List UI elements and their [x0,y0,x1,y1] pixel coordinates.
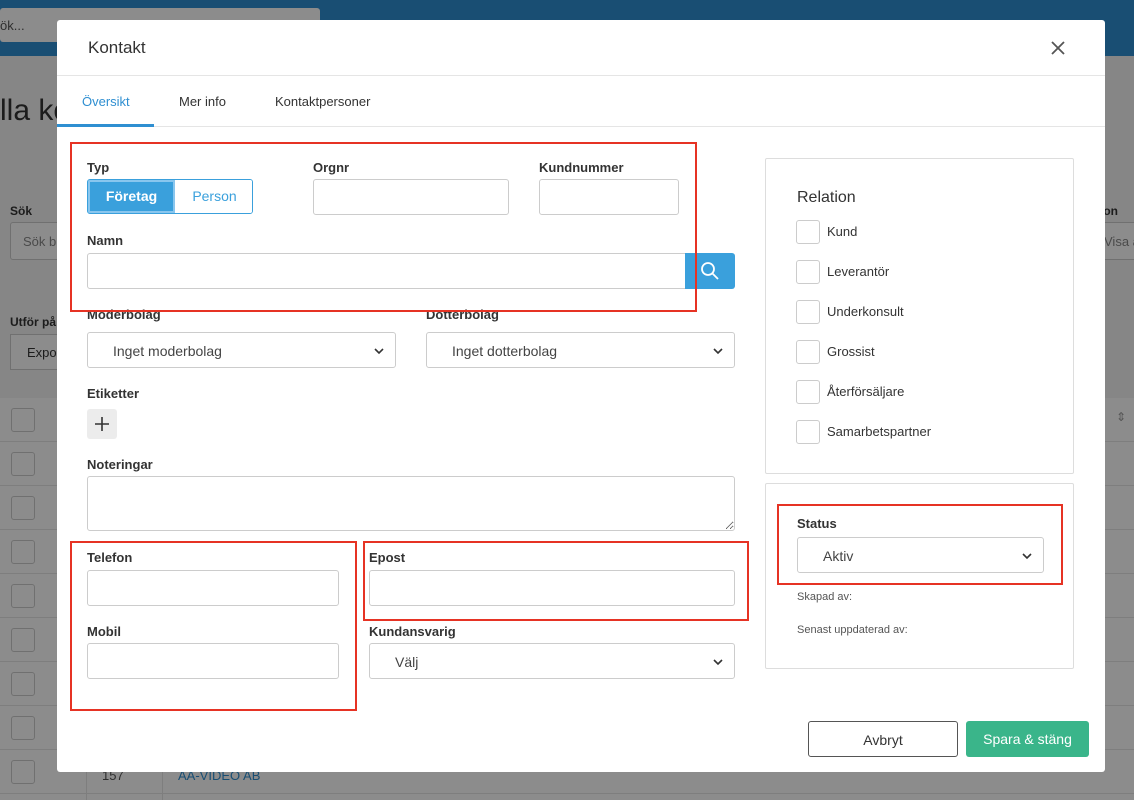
close-icon [1051,41,1065,55]
checkbox[interactable] [796,380,820,404]
name-search-button[interactable] [685,253,735,289]
customer-number-label: Kundnummer [539,160,624,175]
subsidiary-value: Inget dotterbolag [452,343,558,359]
contact-modal: Kontakt Översikt Mer info Kontaktpersone… [57,20,1105,772]
checkbox[interactable] [796,420,820,444]
type-label: Typ [87,160,110,175]
email-input[interactable] [369,570,735,606]
phone-label: Telefon [87,550,133,565]
type-person-button[interactable]: Person [176,180,252,213]
checkbox[interactable] [796,300,820,324]
subsidiary-select[interactable]: Inget dotterbolag [426,332,735,368]
active-tab-indicator [57,124,154,127]
chevron-down-icon [713,348,723,355]
account-manager-label: Kundansvarig [369,624,456,639]
checkbox[interactable] [796,220,820,244]
close-button[interactable] [1045,35,1071,61]
parent-company-label: Moderbolag [87,307,161,322]
checkbox-label: Underkonsult [827,304,904,319]
status-select[interactable]: Aktiv [797,537,1044,573]
tab-mer-info[interactable]: Mer info [179,77,226,127]
customer-number-input[interactable] [539,179,679,215]
checkbox-label: Grossist [827,344,875,359]
parent-company-value: Inget moderbolag [113,343,222,359]
chevron-down-icon [713,659,723,666]
relation-panel: Relation Kund Leverantör Underkonsult Gr… [765,158,1074,474]
account-manager-value: Välj [395,654,419,670]
plus-icon [95,417,109,431]
cancel-button[interactable]: Avbryt [808,721,958,757]
notes-label: Noteringar [87,457,153,472]
orgnr-input[interactable] [313,179,509,215]
created-by-label: Skapad av: [797,591,853,603]
name-input[interactable] [87,253,686,289]
chevron-down-icon [374,348,384,355]
parent-company-select[interactable]: Inget moderbolag [87,332,396,368]
name-label: Namn [87,233,124,248]
tab-oversikt[interactable]: Översikt [82,77,130,127]
search-icon [701,262,719,280]
account-manager-select[interactable]: Välj [369,643,735,679]
phone-input[interactable] [87,570,339,606]
type-toggle: Företag Person [87,179,253,214]
checkbox[interactable] [796,260,820,284]
checkbox-label: Leverantör [827,264,890,279]
checkbox-label: Återförsäljare [827,384,905,399]
checkbox[interactable] [796,340,820,364]
type-company-button[interactable]: Företag [88,180,175,213]
modal-tabs: Översikt Mer info Kontaktpersoner [57,77,1105,127]
mobile-input[interactable] [87,643,339,679]
status-panel: Status Aktiv Skapad av: Senast uppdatera… [765,483,1074,669]
mobile-label: Mobil [87,624,121,639]
tags-label: Etiketter [87,386,140,401]
modal-title: Kontakt [88,38,146,57]
add-tag-button[interactable] [87,409,117,439]
tab-kontaktpersoner[interactable]: Kontaktpersoner [275,77,370,127]
modal-header: Kontakt [57,20,1105,76]
notes-textarea[interactable] [87,476,735,531]
updated-by-label: Senast uppdaterad av: [797,624,908,636]
chevron-down-icon [1022,553,1032,560]
status-label: Status [797,516,837,531]
checkbox-label: Kund [827,224,858,239]
subsidiary-label: Dotterbolag [426,307,499,322]
checkbox-label: Samarbetspartner [827,424,932,439]
email-label: Epost [369,550,406,565]
save-close-button[interactable]: Spara & stäng [966,721,1089,757]
relation-title: Relation [797,189,856,206]
status-value: Aktiv [823,548,854,564]
orgnr-label: Orgnr [313,160,350,175]
